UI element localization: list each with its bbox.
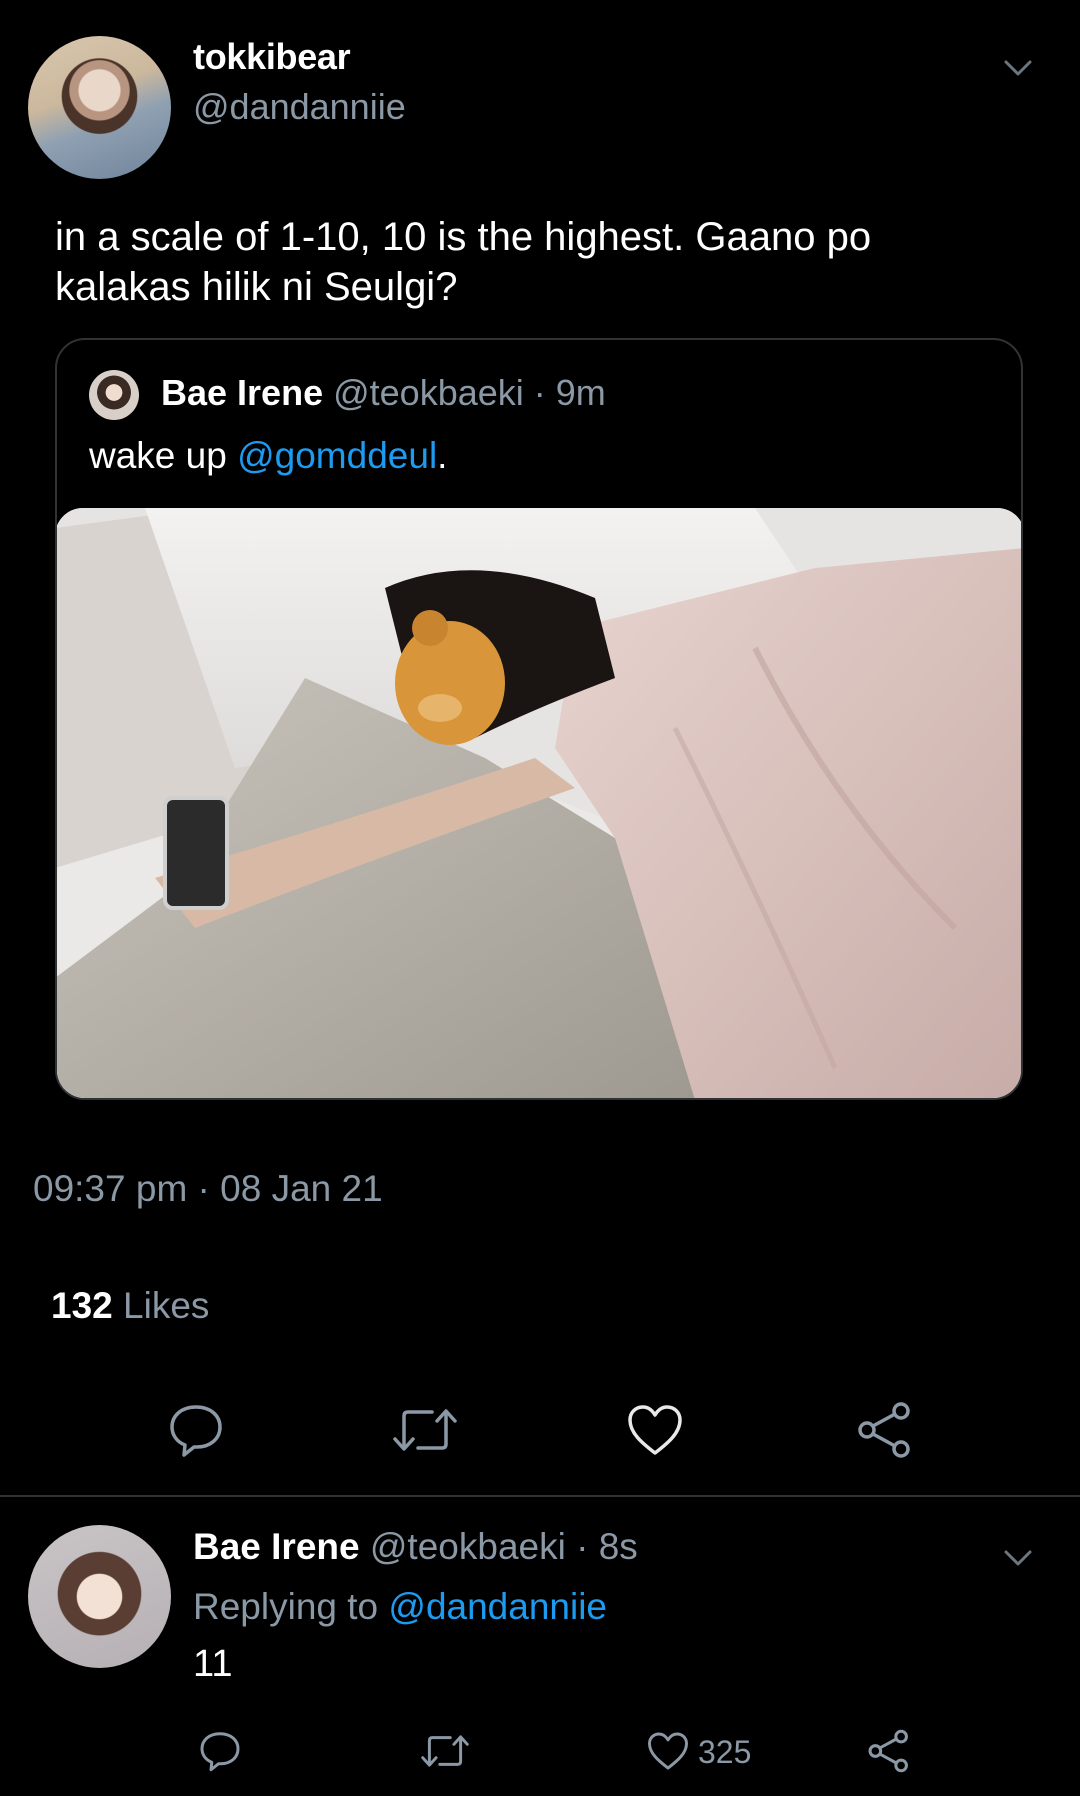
quoted-author-display-name: Bae Irene	[161, 372, 324, 413]
reply-icon	[170, 1405, 222, 1457]
likes-count: 132	[51, 1285, 113, 1326]
share-button[interactable]	[855, 1400, 915, 1460]
replying-to-label: Replying to	[193, 1586, 379, 1627]
reply-like-button[interactable]	[645, 1728, 691, 1774]
reply-author-display-name[interactable]: Bae Irene	[193, 1526, 360, 1567]
like-button[interactable]	[625, 1400, 685, 1460]
retweet-icon	[393, 1409, 457, 1451]
likes-summary[interactable]: 132 Likes	[51, 1285, 209, 1327]
reply-text: 11	[193, 1643, 233, 1685]
quoted-author-handle: @teokbaeki	[333, 372, 524, 413]
quoted-text-prefix: wake up	[89, 435, 238, 476]
retweet-icon	[421, 1735, 469, 1767]
quoted-tweet-time: · 9m	[533, 372, 606, 413]
chevron-down-icon[interactable]	[1003, 58, 1033, 78]
tweet-timestamp[interactable]: 09:37 pm · 08 Jan 21	[33, 1168, 383, 1210]
replying-to-line: Replying to @dandanniie	[193, 1586, 607, 1628]
reply-icon	[200, 1732, 240, 1772]
share-icon	[868, 1729, 908, 1773]
reply-retweet-button[interactable]	[418, 1728, 472, 1774]
quoted-mention-link[interactable]: @gomddeul	[237, 435, 437, 476]
quoted-tweet-card[interactable]: Bae Irene @teokbaeki · 9m wake up @gomdd…	[55, 338, 1023, 1100]
share-icon	[858, 1402, 910, 1458]
quoted-tweet-photo[interactable]	[57, 508, 1021, 1098]
reply-author-handle[interactable]: @teokbaeki	[370, 1526, 566, 1567]
likes-label: Likes	[123, 1285, 210, 1326]
retweet-button[interactable]	[390, 1400, 460, 1460]
reply-author-avatar[interactable]	[28, 1525, 171, 1668]
author-handle[interactable]: @dandanniie	[193, 86, 406, 128]
author-avatar[interactable]	[28, 36, 171, 179]
quoted-tweet-text: wake up @gomddeul.	[89, 435, 447, 477]
quoted-text-suffix: .	[437, 435, 448, 476]
heart-icon	[647, 1732, 688, 1770]
tweet-text: in a scale of 1-10, 10 is the highest. G…	[55, 215, 872, 309]
reply-reply-button[interactable]	[197, 1728, 243, 1774]
divider	[0, 1495, 1080, 1497]
quoted-author-line: Bae Irene @teokbaeki · 9m	[161, 372, 606, 414]
reply-chevron-down-icon[interactable]	[1003, 1548, 1033, 1568]
sleeping-photo-image	[57, 508, 1021, 1098]
reply-share-button[interactable]	[866, 1728, 912, 1774]
quoted-author-avatar	[89, 370, 139, 420]
reply-author-line: Bae Irene @teokbaeki · 8s	[193, 1526, 638, 1568]
author-display-name[interactable]: tokkibear	[193, 36, 351, 78]
reply-button[interactable]	[166, 1400, 226, 1460]
replying-to-handle-link[interactable]: @dandanniie	[388, 1586, 607, 1627]
heart-icon	[628, 1405, 682, 1455]
reply-like-count: 325	[698, 1734, 752, 1770]
reply-time: · 8s	[576, 1526, 638, 1567]
